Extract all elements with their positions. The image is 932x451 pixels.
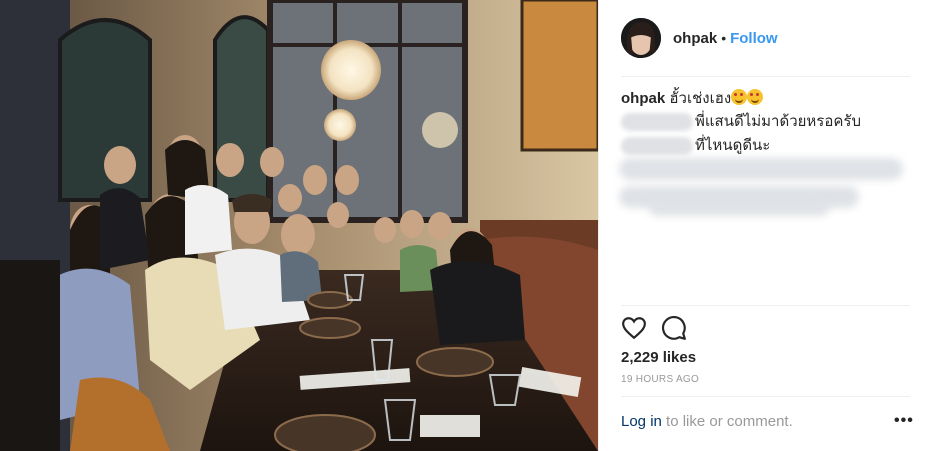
instagram-post: ohpak • Follow ohpak ฮั้วเช่งเฮง พี่แสนด… (0, 0, 932, 451)
separator-dot: • (721, 30, 727, 46)
redacted-username (621, 113, 693, 131)
divider (621, 396, 910, 397)
comment-1: พี่แสนดีไม่มาด้วยหรอครับ (621, 112, 861, 132)
timestamp[interactable]: 19 HOURS AGO (621, 374, 699, 385)
post-photo[interactable] (0, 0, 598, 451)
caption-text: ฮั้วเช่งเฮง (669, 90, 732, 107)
post-details-panel: ohpak • Follow ohpak ฮั้วเช่งเฮง พี่แสนด… (598, 0, 932, 451)
login-prompt-text: to like or comment. (661, 413, 793, 430)
action-bar (621, 315, 687, 341)
likes-count[interactable]: 2,229 likes (621, 349, 696, 366)
grin-emoji-icon (747, 89, 764, 105)
comment-icon[interactable] (661, 315, 687, 341)
redacted-comments (619, 156, 903, 216)
comment-text: ที่ไหนดูดีนะ (695, 137, 771, 154)
divider (621, 76, 910, 77)
follow-button[interactable]: Follow (730, 30, 778, 47)
post-header: ohpak • Follow (621, 16, 778, 60)
group-dinner-photo (0, 0, 598, 451)
redacted-username (621, 137, 693, 155)
more-options-icon[interactable]: ••• (894, 412, 914, 430)
login-prompt: Log in to like or comment. (621, 413, 793, 430)
caption: ohpak ฮั้วเช่งเฮง (621, 89, 764, 109)
comment-2: ที่ไหนดูดีนะ (621, 136, 770, 156)
username[interactable]: ohpak (673, 30, 717, 47)
avatar[interactable] (621, 18, 661, 58)
heart-eyes-emoji-icon (731, 89, 748, 105)
heart-icon[interactable] (621, 315, 647, 341)
comment-text: พี่แสนดีไม่มาด้วยหรอครับ (695, 113, 861, 130)
caption-username[interactable]: ohpak (621, 90, 665, 107)
login-link[interactable]: Log in (621, 413, 662, 430)
avatar-image (621, 18, 661, 58)
divider (621, 305, 910, 306)
